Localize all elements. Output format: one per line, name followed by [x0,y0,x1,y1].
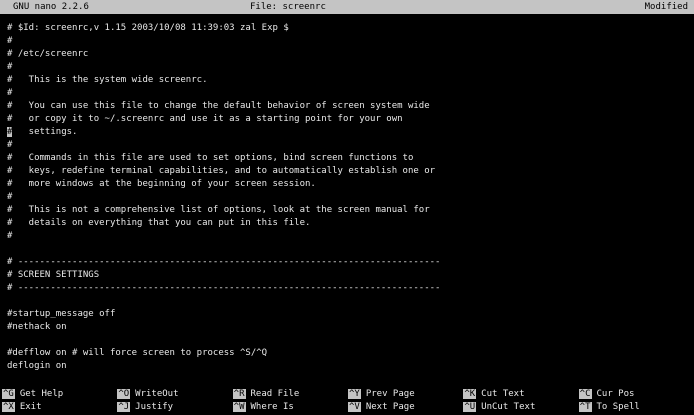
shortcut-key: ^Y [348,389,361,399]
shortcut-item[interactable]: ^OWriteOut [117,388,232,401]
editor-line: # [7,230,694,243]
shortcut-label: Cut Text [476,389,524,399]
terminal-window[interactable]: GNU nano 2.2.6 File: screenrc Modified #… [0,0,694,415]
editor-line: # [7,35,694,48]
editor-line [7,295,694,308]
editor-line: #defflow on # will force screen to proce… [7,347,694,360]
nano-titlebar: GNU nano 2.2.6 File: screenrc Modified [0,0,694,14]
shortcut-item[interactable]: ^CCur Pos [579,388,694,401]
editor-line: deflogin on [7,360,694,373]
shortcut-label: WriteOut [130,389,178,399]
shortcut-item[interactable]: ^JJustify [117,401,232,414]
editor-line: # $Id: screenrc,v 1.15 2003/10/08 11:39:… [7,22,694,35]
shortcut-label: Where Is [246,402,294,412]
shortcut-label: To Spell [592,402,640,412]
editor-line: # This is not a comprehensive list of op… [7,204,694,217]
editor-line: # [7,61,694,74]
shortcut-row: ^GGet Help^OWriteOut^RRead File^YPrev Pa… [0,388,694,401]
editor-area[interactable]: # $Id: screenrc,v 1.15 2003/10/08 11:39:… [0,14,694,387]
shortcut-label: Prev Page [361,389,415,399]
shortcut-row: ^XExit^JJustify^WWhere Is^VNext Page^UUn… [0,401,694,414]
editor-line: #startup_message off [7,308,694,321]
editor-line: #nethack on [7,321,694,334]
shortcut-item[interactable]: ^YPrev Page [348,388,463,401]
shortcut-key: ^V [348,402,361,412]
shortcut-key: ^W [233,402,246,412]
shortcut-label: Cur Pos [592,389,635,399]
editor-line: # details on everything that you can put… [7,217,694,230]
shortcut-key: ^U [463,402,476,412]
shortcut-item[interactable]: ^UUnCut Text [463,401,578,414]
shortcut-label: Exit [15,402,42,412]
shortcut-item[interactable]: ^TTo Spell [579,401,694,414]
editor-line: # or copy it to ~/.screenrc and use it a… [7,113,694,126]
editor-line: # This is the system wide screenrc. [7,74,694,87]
editor-line: # SCREEN SETTINGS [7,269,694,282]
modified-flag: Modified [645,0,688,14]
shortcut-label: Get Help [15,389,63,399]
shortcut-item[interactable]: ^GGet Help [2,388,117,401]
editor-line: # You can use this file to change the de… [7,100,694,113]
editor-line: # --------------------------------------… [7,256,694,269]
shortcut-key: ^G [2,389,15,399]
shortcut-item[interactable]: ^WWhere Is [233,401,348,414]
editor-line: # more windows at the beginning of your … [7,178,694,191]
shortcut-item[interactable]: ^VNext Page [348,401,463,414]
shortcut-label: UnCut Text [476,402,535,412]
shortcut-key: ^T [579,402,592,412]
shortcut-bar: ^GGet Help^OWriteOut^RRead File^YPrev Pa… [0,388,694,414]
editor-line [7,243,694,256]
shortcut-key: ^O [117,389,130,399]
editor-line: # [7,139,694,152]
file-title: File: screenrc [250,0,326,14]
editor-line: # Commands in this file are used to set … [7,152,694,165]
shortcut-key: ^R [233,389,246,399]
shortcut-label: Read File [246,389,300,399]
app-title: GNU nano 2.2.6 [13,0,89,14]
editor-line: # /etc/screenrc [7,48,694,61]
editor-line [7,334,694,347]
editor-line: # keys, redefine terminal capabilities, … [7,165,694,178]
shortcut-key: ^X [2,402,15,412]
editor-line: # [7,191,694,204]
editor-line: # [7,87,694,100]
shortcut-key: ^J [117,402,130,412]
editor-line: # settings. [7,126,694,139]
shortcut-key: ^C [579,389,592,399]
editor-line: # --------------------------------------… [7,282,694,295]
shortcut-item[interactable]: ^XExit [2,401,117,414]
text-cursor: # [7,127,12,137]
shortcut-key: ^K [463,389,476,399]
shortcut-item[interactable]: ^KCut Text [463,388,578,401]
shortcut-item[interactable]: ^RRead File [233,388,348,401]
shortcut-label: Justify [130,402,173,412]
shortcut-label: Next Page [361,402,415,412]
